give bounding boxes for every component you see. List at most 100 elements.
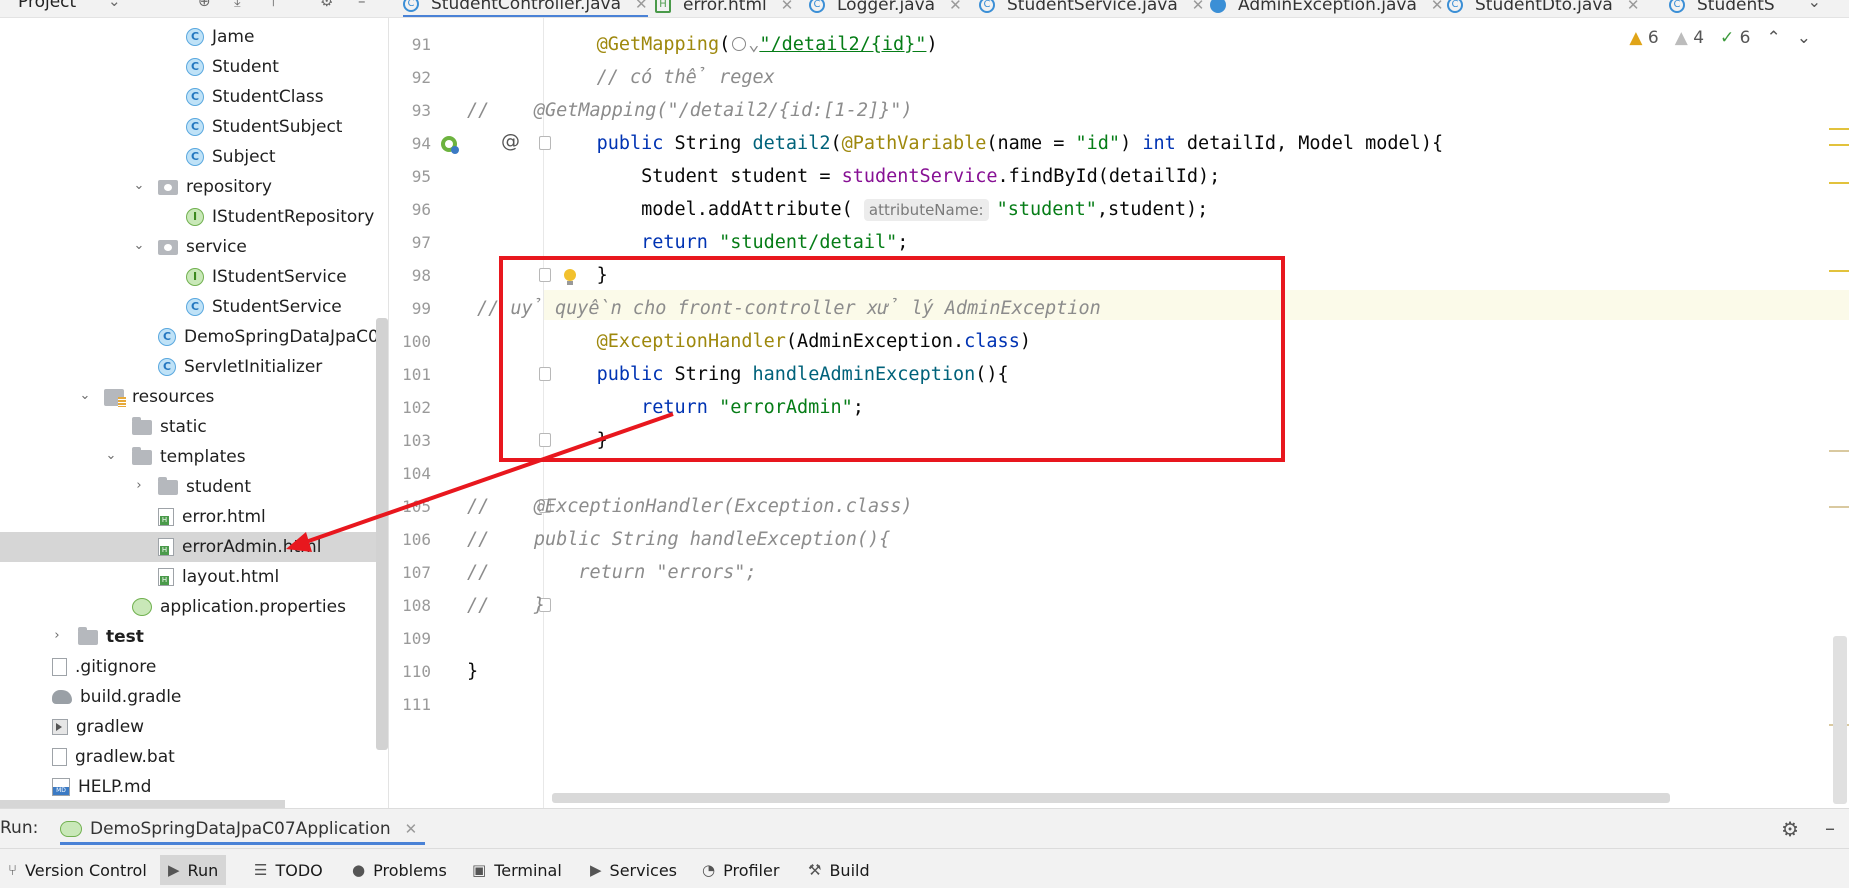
file-icon — [52, 658, 67, 676]
chevron-right-icon[interactable]: › — [132, 478, 146, 493]
error-stripe-marker[interactable] — [1829, 144, 1849, 146]
project-title[interactable]: Project — [18, 0, 76, 12]
play-icon: ▶ — [168, 861, 180, 879]
tab-student-dto[interactable]: C StudentDto.java ✕ — [1447, 0, 1640, 17]
tab-admin-exception[interactable]: AdminException.java ✕ — [1210, 0, 1444, 17]
tree-item[interactable]: I IStudentService — [186, 262, 347, 292]
close-icon[interactable]: ✕ — [781, 0, 794, 14]
tree-item[interactable]: static — [132, 412, 207, 442]
list-icon: ☰ — [254, 861, 268, 879]
inspection-widget[interactable]: ▲ 6 ▲ 4 ✓ 6 ⌃ ⌄ — [1629, 26, 1811, 50]
tree-item[interactable]: C Subject — [186, 142, 276, 172]
tree-item[interactable]: I IStudentRepository — [186, 202, 374, 232]
error-stripe-marker[interactable] — [1829, 270, 1849, 272]
run-label: Run: — [0, 818, 39, 838]
chevron-down-icon[interactable]: ⌄ — [108, 0, 121, 10]
tree-item[interactable]: layout.html — [158, 562, 279, 592]
tree-item-label: layout.html — [182, 567, 280, 587]
tree-horizontal-scrollbar[interactable] — [0, 800, 285, 808]
error-stripe-marker[interactable] — [1829, 128, 1849, 130]
class-icon: C — [186, 88, 204, 106]
code-token: String — [663, 133, 753, 154]
close-icon[interactable]: ✕ — [1431, 0, 1444, 14]
class-icon: C — [1447, 0, 1463, 13]
editor-horizontal-scrollbar[interactable] — [552, 793, 1670, 803]
close-icon[interactable]: ✕ — [949, 0, 962, 14]
tree-item[interactable]: .gitignore — [52, 652, 156, 682]
tool-label: Problems — [373, 860, 447, 880]
tabs-overflow-icon[interactable]: ⌄ — [1808, 0, 1821, 11]
tree-item-service[interactable]: service — [158, 232, 247, 262]
chevron-up-icon[interactable]: ⌃ — [1767, 28, 1781, 48]
tool-build[interactable]: ⚒ Build — [800, 855, 878, 885]
tool-version-control[interactable]: ⑂ Version Control — [0, 855, 155, 885]
terminal-file-icon — [52, 719, 68, 735]
error-stripe-marker[interactable] — [1829, 182, 1849, 184]
warning-count[interactable]: ▲ 6 — [1629, 28, 1658, 48]
tree-item-repository[interactable]: repository — [158, 172, 272, 202]
tree-item[interactable]: C StudentService — [186, 292, 342, 322]
tab-student-service[interactable]: C StudentService.java ✕ — [979, 0, 1205, 17]
collapse-all-icon[interactable]: ⤓ — [234, 0, 241, 10]
tab-logger[interactable]: C Logger.java ✕ — [809, 0, 962, 17]
tree-item[interactable]: gradlew.bat — [52, 742, 175, 772]
chevron-down-icon[interactable]: ⌄ — [1797, 28, 1811, 48]
close-icon[interactable]: ✕ — [1192, 0, 1205, 14]
tree-item[interactable]: C StudentSubject — [186, 112, 342, 142]
tool-problems[interactable]: ● Problems — [344, 855, 455, 885]
error-stripe-marker[interactable] — [1829, 450, 1849, 452]
chevron-down-icon[interactable]: ⌄ — [78, 388, 92, 403]
tool-todo[interactable]: ☰ TODO — [246, 855, 331, 885]
tree-item-templates[interactable]: templates — [132, 442, 246, 472]
close-icon[interactable]: ✕ — [635, 0, 648, 13]
minimize-icon[interactable]: – — [358, 0, 366, 10]
gear-icon[interactable]: ⚙ — [1781, 817, 1799, 841]
chevron-right-icon[interactable]: › — [50, 628, 64, 643]
weak-warning-icon: ▲ — [1674, 28, 1688, 48]
html-file-icon: H — [655, 0, 671, 13]
tree-item[interactable]: gradlew — [52, 712, 144, 742]
typo-count[interactable]: ✓ 6 — [1720, 28, 1750, 48]
string-token: "id" — [1075, 133, 1121, 154]
tab-student-controller[interactable]: C StudentController.java ✕ — [403, 0, 648, 17]
weak-warning-count[interactable]: ▲ 4 — [1675, 28, 1704, 48]
chevron-down-icon[interactable]: ⌄ — [132, 238, 146, 253]
tree-scrollbar[interactable] — [376, 318, 388, 750]
typo-count-value: 6 — [1739, 28, 1751, 48]
tree-item[interactable]: HELP.md — [52, 772, 151, 802]
tool-label: Run — [187, 860, 219, 880]
minimize-icon[interactable]: – — [1825, 816, 1835, 840]
gear-icon[interactable]: ⚙ — [320, 0, 333, 10]
tree-item-test[interactable]: test — [78, 622, 144, 652]
chevron-down-icon[interactable]: ⌄ — [132, 178, 146, 193]
tree-item-selected[interactable]: errorAdmin.html — [0, 532, 377, 562]
expand-all-icon[interactable]: ⤒ — [270, 0, 277, 10]
tool-profiler[interactable]: ◔ Profiler — [694, 855, 787, 885]
tree-item[interactable]: C Jame — [186, 22, 254, 52]
run-config-tab[interactable]: DemoSpringDataJpaC07Application ✕ — [60, 815, 426, 845]
gradle-icon — [52, 690, 72, 704]
tool-services[interactable]: ▶ Services — [582, 855, 685, 885]
tree-item[interactable]: C Student — [186, 52, 279, 82]
class-icon: C — [186, 148, 204, 166]
tree-item[interactable]: build.gradle — [52, 682, 181, 712]
tree-item[interactable]: C ServletInitializer — [158, 352, 322, 382]
tool-terminal[interactable]: ▣ Terminal — [464, 855, 570, 885]
tree-item[interactable]: application.properties — [132, 592, 346, 622]
tree-item[interactable]: C StudentClass — [186, 82, 324, 112]
tab-student-s[interactable]: C StudentS — [1669, 0, 1775, 17]
tree-item[interactable]: C DemoSpringDataJpaC07A — [158, 322, 388, 352]
close-icon[interactable]: ✕ — [405, 820, 418, 838]
globe-icon[interactable] — [732, 36, 747, 51]
chevron-down-icon[interactable]: ⌄ — [748, 34, 759, 55]
tree-item-resources[interactable]: resources — [104, 382, 214, 412]
error-stripe-marker[interactable] — [1829, 506, 1849, 508]
tree-item[interactable]: error.html — [158, 502, 266, 532]
chevron-down-icon[interactable]: ⌄ — [104, 448, 118, 463]
tab-error-html[interactable]: H error.html ✕ — [655, 0, 794, 17]
editor-vertical-scrollbar[interactable] — [1833, 636, 1847, 804]
close-icon[interactable]: ✕ — [1627, 0, 1640, 14]
target-icon[interactable]: ⊕ — [198, 0, 211, 10]
tool-run[interactable]: ▶ Run — [160, 855, 227, 885]
tree-item-student-folder[interactable]: student — [158, 472, 251, 502]
